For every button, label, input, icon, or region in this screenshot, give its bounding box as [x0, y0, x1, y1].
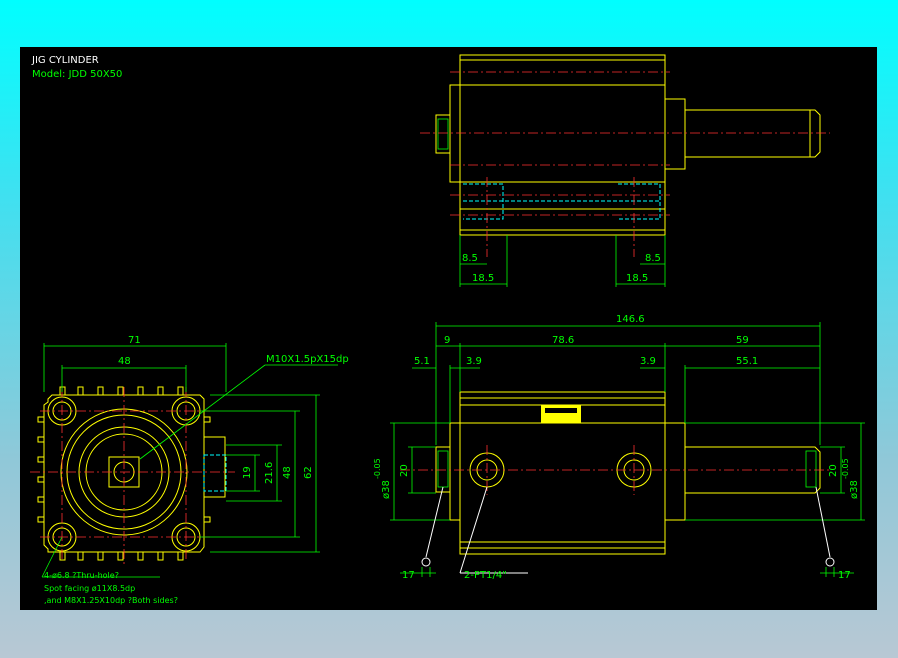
label-plate: [541, 405, 581, 423]
dim-48-vertical: 48: [282, 466, 293, 479]
dim-3-9-right: 3.9: [640, 356, 656, 367]
dim-20-left: 20: [399, 464, 410, 477]
dim-top-8-5-left: 8.5: [462, 253, 478, 264]
hole-note-3: ,and M8X1.25X10dp ?Both sides?: [44, 596, 178, 605]
dim-21-6: 21.6: [264, 462, 275, 484]
dim-78-6: 78.6: [552, 335, 574, 346]
top-view: 8.5 18.5 8.5 18.5: [420, 54, 830, 287]
dim-55-1: 55.1: [736, 356, 758, 367]
side-view: 146.6 9 78.6 59 5.1 3.9 3.9 55.1 ø38 -0.…: [373, 314, 865, 581]
tol-left: -0.05: [373, 458, 382, 479]
dim-20-right: 20: [828, 464, 839, 477]
phi38-left: ø38: [381, 480, 392, 499]
dim-17-right: 17: [838, 570, 851, 581]
dim-48-horizontal: 48: [118, 356, 131, 367]
dim-17-left: 17: [402, 570, 415, 581]
dim-19: 19: [242, 466, 253, 479]
thread-note: M10X1.5pX15dp: [266, 354, 349, 365]
dim-top-18-5-right: 18.5: [626, 273, 648, 284]
dim-71: 71: [128, 335, 141, 346]
dim-top-8-5-right: 8.5: [645, 253, 661, 264]
dim-overall-146-6: 146.6: [616, 314, 645, 325]
cad-drawing: JIG CYLINDER Model: JDD 50X50 8.5 18.5 8…: [30, 54, 865, 605]
hole-note-2: Spot facing ø11X8.5dp: [44, 584, 135, 593]
port-note: 2-PT1/4": [464, 570, 507, 581]
model-label: Model: JDD 50X50: [32, 69, 122, 80]
dim-9: 9: [444, 335, 450, 346]
dim-62: 62: [303, 466, 314, 479]
dim-3-9-left: 3.9: [466, 356, 482, 367]
drawing-canvas: JIG CYLINDER Model: JDD 50X50 8.5 18.5 8…: [20, 47, 877, 610]
phi38-right: ø38: [849, 480, 860, 499]
hole-note-1: 4-ø6.8 ?Thru-hole?: [44, 571, 119, 580]
dim-59: 59: [736, 335, 749, 346]
front-view: 71 48 19 21.6 48 62 M10X1.5pX15dp 4-ø6.8…: [30, 335, 349, 605]
tol-right: -0.05: [841, 458, 850, 479]
drawing-title: JIG CYLINDER: [31, 55, 99, 66]
dim-top-18-5-left: 18.5: [472, 273, 494, 284]
dim-5-1: 5.1: [414, 356, 430, 367]
